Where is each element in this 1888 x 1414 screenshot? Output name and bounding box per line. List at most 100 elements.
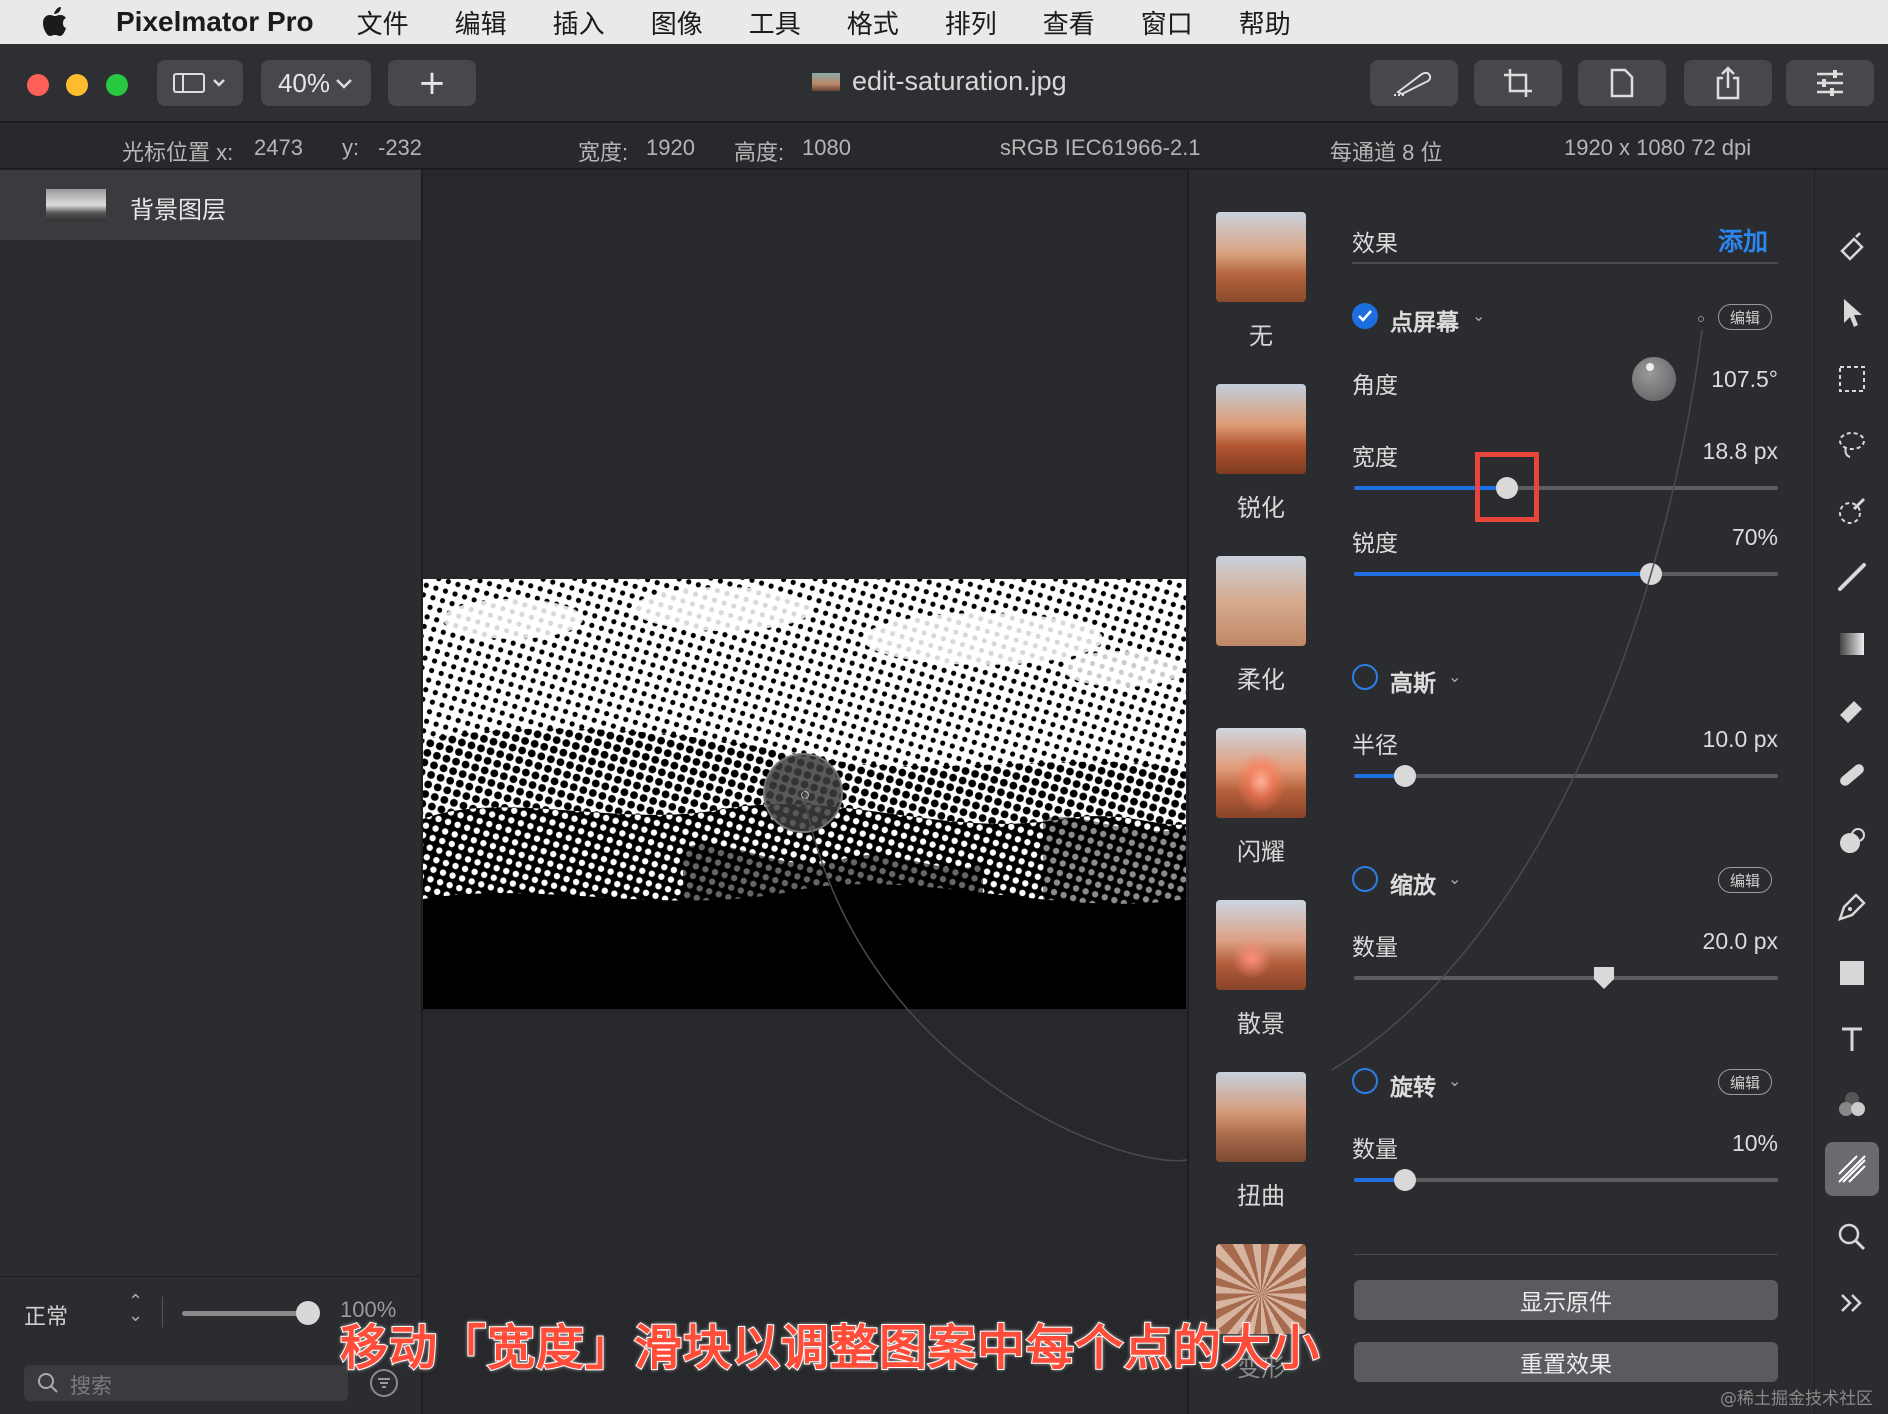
size-dpi: 1920 x 1080 72 dpi xyxy=(1564,135,1752,160)
effect-arc-guide xyxy=(1332,329,1703,1071)
effect-thumbnail xyxy=(1216,1072,1306,1162)
bandage-icon[interactable] xyxy=(1825,748,1879,802)
radius-value: 10.0 px xyxy=(1702,726,1778,752)
opacity-slider[interactable] xyxy=(182,1311,312,1316)
effect-center-handle[interactable] xyxy=(763,753,843,833)
radius-slider-knob[interactable] xyxy=(1393,765,1416,787)
zoom-amount-slider-knob[interactable] xyxy=(1593,966,1615,990)
rect-select-icon[interactable] xyxy=(1825,352,1879,406)
twirl-amount-slider-knob[interactable] xyxy=(1393,1169,1416,1191)
menu-format[interactable]: 格式 xyxy=(847,4,899,41)
minimize-window-button[interactable] xyxy=(66,74,88,96)
zoom-checkbox[interactable] xyxy=(1352,866,1378,892)
effect-preset-bokeh[interactable]: 散景 xyxy=(1189,900,1333,1039)
sharpness-slider-knob[interactable] xyxy=(1639,563,1662,585)
zoom-title[interactable]: 缩放 xyxy=(1390,866,1436,900)
shape-icon[interactable] xyxy=(1825,946,1879,1000)
menu-window[interactable]: 窗口 xyxy=(1141,4,1193,41)
angle-label: 角度 xyxy=(1352,373,1398,399)
document-title: edit-saturation.jpg xyxy=(812,66,1067,97)
layer-row[interactable]: 背景图层 xyxy=(0,170,421,240)
text-icon[interactable] xyxy=(1825,1012,1879,1066)
effect-preset-glow[interactable]: 闪耀 xyxy=(1189,728,1333,867)
color-picker-icon[interactable] xyxy=(1825,484,1879,538)
lasso-icon[interactable] xyxy=(1825,418,1879,472)
zoom-amount-slider[interactable] xyxy=(1354,976,1778,980)
share-button[interactable] xyxy=(1684,60,1772,106)
gaussian-title[interactable]: 高斯 xyxy=(1390,664,1436,698)
chevron-down-icon[interactable]: ⌄ xyxy=(1448,869,1461,888)
reset-effects-button[interactable]: 重置效果 xyxy=(1354,1342,1778,1382)
chevron-down-icon[interactable]: ⌄ xyxy=(1448,1071,1461,1090)
effect-preset-label: 闪耀 xyxy=(1237,838,1285,866)
add-button[interactable]: + xyxy=(388,60,476,106)
menu-insert[interactable]: 插入 xyxy=(553,4,605,41)
opacity-slider-knob[interactable] xyxy=(296,1301,320,1325)
dot-screen-edit-button[interactable]: 编辑 xyxy=(1718,304,1772,330)
sharpness-value: 70% xyxy=(1731,524,1778,550)
eraser-icon[interactable] xyxy=(1825,682,1879,736)
plus-icon: + xyxy=(417,63,447,103)
twirl-amount-slider[interactable] xyxy=(1354,1178,1778,1182)
zoom-edit-button[interactable]: 编辑 xyxy=(1718,867,1772,893)
more-icon[interactable] xyxy=(1825,1276,1879,1330)
radius-slider[interactable] xyxy=(1354,774,1778,778)
twirl-title[interactable]: 旋转 xyxy=(1390,1068,1436,1102)
effect-preset-sharpen[interactable]: 锐化 xyxy=(1189,384,1333,523)
sharpness-slider-fill xyxy=(1354,572,1651,576)
zoom-level-dropdown[interactable]: 40% xyxy=(261,60,371,106)
close-window-button[interactable] xyxy=(27,74,49,96)
menu-view[interactable]: 查看 xyxy=(1043,4,1095,41)
arrow-icon[interactable] xyxy=(1825,286,1879,340)
effect-preset-label: 柔化 xyxy=(1237,666,1285,694)
effect-thumbnail xyxy=(1216,556,1306,646)
menu-arrange[interactable]: 排列 xyxy=(945,4,997,41)
twirl-checkbox[interactable] xyxy=(1352,1068,1378,1094)
brush-icon[interactable] xyxy=(1825,550,1879,604)
crop-button[interactable] xyxy=(1474,60,1562,106)
app-name-menu[interactable]: Pixelmator Pro xyxy=(116,6,314,38)
twirl-edit-button[interactable]: 编辑 xyxy=(1718,1069,1772,1095)
menu-help[interactable]: 帮助 xyxy=(1239,4,1291,41)
color-adjust-icon[interactable] xyxy=(1825,1078,1879,1132)
tools-sidebar xyxy=(1814,170,1888,1414)
repair-tool-button[interactable] xyxy=(1370,60,1458,106)
gradient-icon[interactable] xyxy=(1825,616,1879,670)
paint-bucket-icon[interactable] xyxy=(1825,220,1879,274)
angle-value: 107.5° xyxy=(1711,366,1778,392)
sharpness-label: 锐度 xyxy=(1352,531,1398,557)
effects-icon[interactable] xyxy=(1825,1142,1879,1196)
show-original-button[interactable]: 显示原件 xyxy=(1354,1280,1778,1320)
sidebar-toggle-button[interactable] xyxy=(157,60,243,106)
zoom-icon[interactable] xyxy=(1825,1210,1879,1264)
effect-preset-distort[interactable]: 扭曲 xyxy=(1189,1072,1333,1211)
dot-screen-title[interactable]: 点屏幕 xyxy=(1390,303,1459,337)
effect-preset-label: 扭曲 xyxy=(1237,1182,1285,1210)
adjustments-button[interactable] xyxy=(1786,60,1874,106)
halftone-image[interactable] xyxy=(423,579,1186,1009)
effect-preset-label: 锐化 xyxy=(1237,494,1285,522)
pen-icon[interactable] xyxy=(1825,880,1879,934)
chevron-down-icon[interactable]: ⌄ xyxy=(1448,667,1461,686)
effect-preset-none[interactable]: 无 xyxy=(1189,212,1333,351)
add-effect-button[interactable]: 添加 xyxy=(1718,222,1768,258)
menu-edit[interactable]: 编辑 xyxy=(455,4,507,41)
dot-screen-checkbox[interactable] xyxy=(1352,303,1378,329)
header-divider xyxy=(1352,262,1778,264)
effect-thumbnail xyxy=(1216,212,1306,302)
zoom-window-button[interactable] xyxy=(106,74,128,96)
effect-preset-soften[interactable]: 柔化 xyxy=(1189,556,1333,695)
format-button[interactable] xyxy=(1578,60,1666,106)
gaussian-checkbox[interactable] xyxy=(1352,664,1378,690)
document-icon xyxy=(1610,68,1634,98)
layer-search-input[interactable]: 搜索 xyxy=(24,1365,348,1401)
cursor-y-label: y: xyxy=(342,135,360,160)
menu-tools[interactable]: 工具 xyxy=(749,4,801,41)
menu-file[interactable]: 文件 xyxy=(357,4,409,41)
menu-image[interactable]: 图像 xyxy=(651,4,703,41)
clone-icon[interactable] xyxy=(1825,814,1879,868)
chevron-down-icon[interactable]: ⌄ xyxy=(1472,306,1485,325)
blend-mode-select[interactable]: 正常 xyxy=(24,1299,68,1331)
apple-icon[interactable] xyxy=(28,0,82,44)
effect-preset-label: 无 xyxy=(1249,322,1273,350)
